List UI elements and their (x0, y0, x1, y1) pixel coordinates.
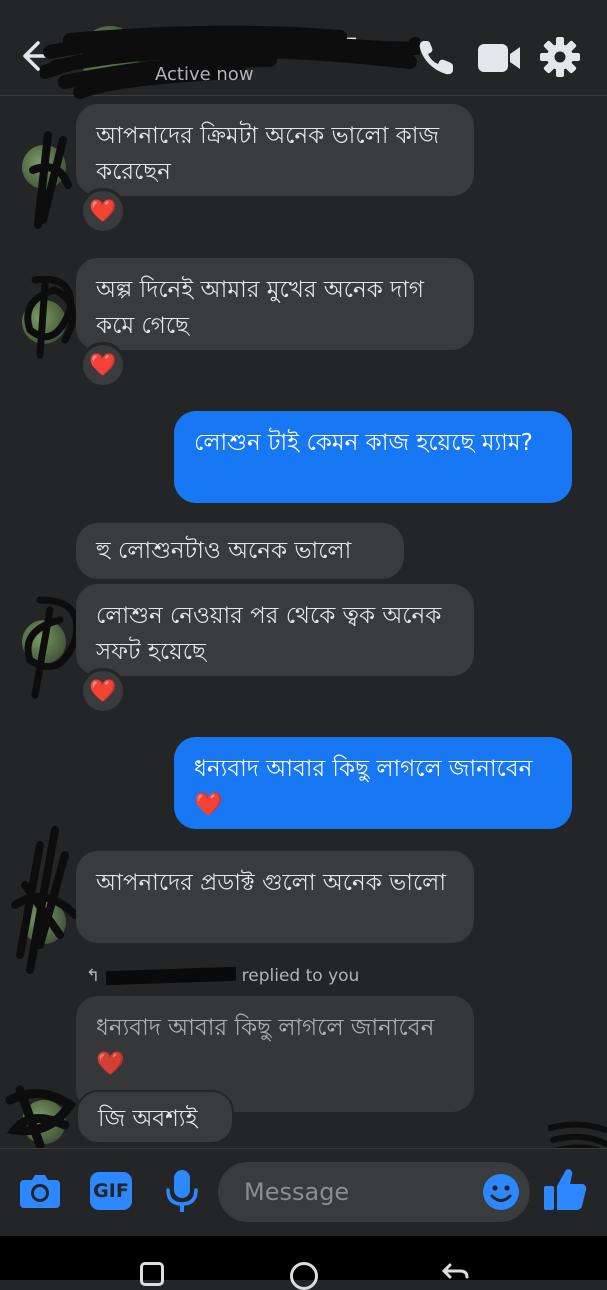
heart-reaction[interactable]: ❤️ (80, 188, 126, 234)
redaction-scribble (29, 131, 72, 229)
message-bubble-incoming[interactable]: লোশুন নেওয়ার পর থেকে ত্বক অনেক সফট হয়ে… (76, 584, 474, 676)
phone-icon[interactable] (415, 36, 459, 80)
reply-label-text: replied to you (241, 966, 360, 986)
heart-reaction[interactable]: ❤️ (80, 342, 126, 388)
heart-reaction[interactable]: ❤️ (80, 668, 126, 714)
active-status: Active now (155, 64, 254, 85)
recent-apps-icon[interactable] (140, 1262, 164, 1286)
message-bubble-incoming[interactable]: অল্প দিনেই আমার মুখের অনেক দাগ কমে গেছে (76, 258, 474, 350)
thumbs-up-icon[interactable] (542, 1166, 588, 1212)
redaction-scribble (5, 1085, 77, 1150)
emoji-icon[interactable] (481, 1172, 521, 1212)
video-camera-icon[interactable] (476, 38, 522, 78)
redaction-scribble (11, 826, 79, 974)
message-bubble-incoming[interactable]: জি অবশ্যই (76, 1090, 234, 1144)
camera-icon[interactable] (18, 1170, 62, 1210)
redaction-scribble (106, 966, 237, 986)
microphone-icon[interactable] (162, 1168, 202, 1214)
message-bubble-outgoing[interactable]: ধন্যবাদ আবার কিছু লাগলে জানাবেন ❤️ (174, 737, 572, 829)
redaction-scribble (40, 25, 420, 99)
gif-button[interactable]: GIF (90, 1172, 132, 1210)
home-icon[interactable] (290, 1262, 318, 1290)
reply-arrow-icon: ↰ (86, 966, 101, 986)
message-bubble-incoming[interactable]: হু লোশুনটাও অনেক ভালো (76, 523, 404, 579)
reply-context: ↰ replied to you (86, 966, 359, 986)
message-bubble-outgoing[interactable]: লোশুন টাই কেমন কাজ হয়েছে ম্যাম? (174, 411, 572, 503)
message-bubble-incoming[interactable]: আপনাদের প্রডাক্ট গুলো অনেক ভালো (76, 851, 474, 943)
gear-icon[interactable] (538, 35, 582, 79)
system-back-icon[interactable] (440, 1262, 470, 1282)
message-bubble-incoming[interactable]: আপনাদের ক্রিমটা অনেক ভালো কাজ করেছেন (76, 104, 474, 196)
